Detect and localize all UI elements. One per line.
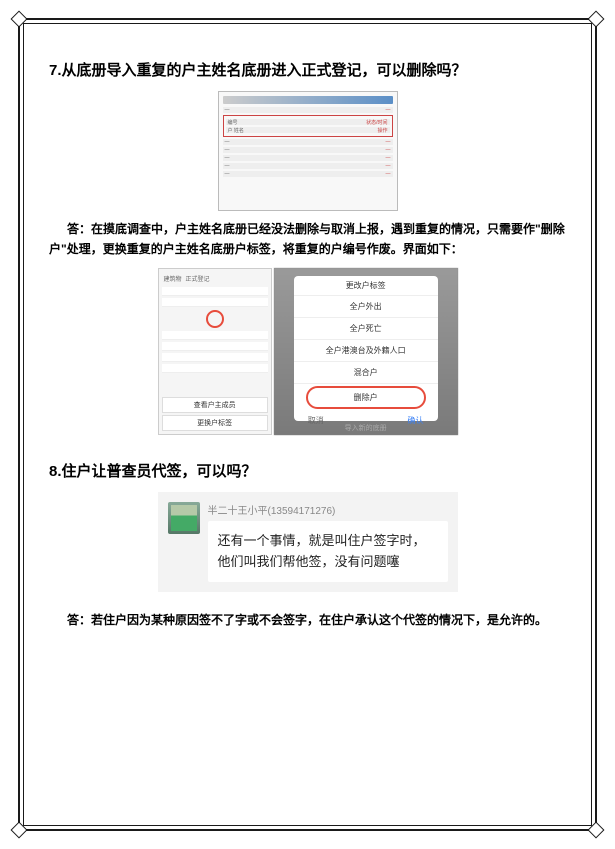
tag-option: 全户死亡 [294, 318, 438, 340]
highlight-circle-icon [206, 310, 224, 328]
change-tag-modal: 更改户标签 全户外出 全户死亡 全户港澳台及外籍人口 混合户 删除户 取消 确认 [294, 276, 438, 421]
q8-answer: 答：若住户因为某种原因签不了字或不会签字，在住户承认这个代签的情况下，是允许的。 [49, 610, 566, 630]
avatar [168, 502, 200, 534]
tag-option: 混合户 [294, 362, 438, 384]
chat-username: 半二十王小平(13594171276) [208, 502, 448, 517]
q8-heading: 8.住户让普查员代签，可以吗？ [49, 460, 566, 484]
view-members-button: 查看户主成员 [162, 397, 268, 413]
change-tag-button: 更换户标签 [162, 415, 268, 431]
q7-answer: 答：在摸底调查中，户主姓名底册已经没法删除与取消上报，遇到重复的情况，只需要作"… [49, 219, 566, 260]
chat-message: 还有一个事情，就是叫住户签字时，他们叫我们帮他签，没有问题噻 [208, 521, 448, 583]
screenshot-1: —— 编号状态/时间 户 姓名操作 —— —— —— —— —— [218, 91, 398, 211]
tag-option: 全户外出 [294, 296, 438, 318]
chat-screenshot: 半二十王小平(13594171276) 还有一个事情，就是叫住户签字时，他们叫我… [158, 492, 458, 593]
tag-option-selected: 删除户 [306, 386, 426, 409]
tag-option: 全户港澳台及外籍人口 [294, 340, 438, 362]
screenshot-2: 建筑物正式登记 查看户主成员 更换户标签 更改户标签 全户外出 全户死亡 全户港… [158, 268, 458, 435]
q7-heading: 7.从底册导入重复的户主姓名底册进入正式登记，可以删除吗？ [49, 59, 566, 83]
